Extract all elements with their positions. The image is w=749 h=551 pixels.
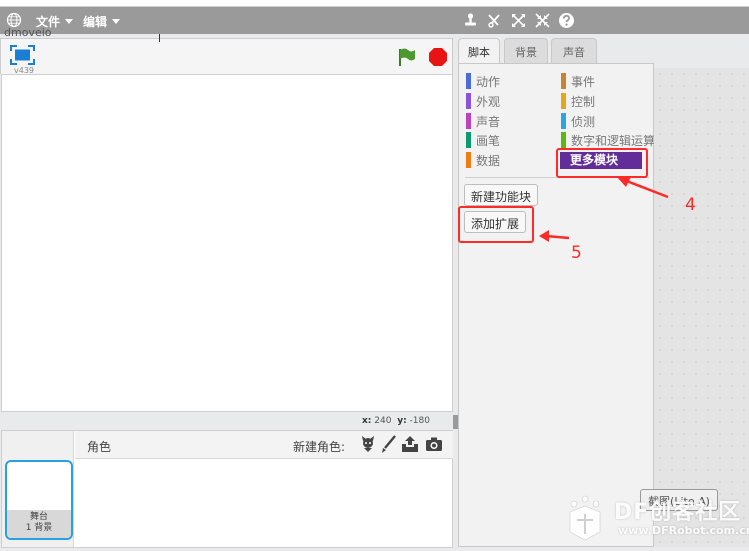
script-area[interactable] [654,68,749,547]
new-sprite-label: 新建角色: [293,440,346,454]
stage-thumbnail[interactable]: 舞台 1 背景 [5,460,73,540]
category-sound[interactable]: 声音 [466,113,500,129]
overlay-text: dmoveio [4,26,52,39]
category-color-bar [466,152,471,168]
stage-thumbnail-label: 舞台 1 背景 [7,510,71,538]
highlight-box-add-extension [458,206,534,243]
category-looks-label: 外观 [476,94,501,109]
upload-icon[interactable] [401,435,419,453]
make-block-button[interactable]: 新建功能块 [464,184,539,206]
category-sensing-label: 侦测 [571,114,596,129]
stop-sign-icon[interactable] [428,47,448,67]
category-color-bar [561,113,566,129]
category-operators-label: 数字和逻辑运算 [571,133,656,148]
category-color-bar [466,73,471,89]
watermark-url: www.DFRobot.com.cn [618,524,749,537]
cut-icon[interactable] [486,12,503,29]
category-pen[interactable]: 画笔 [466,132,500,148]
sprite-header: 角色 新建角色: [75,431,453,459]
edit-menu-label: 编辑 [83,15,108,29]
category-motion[interactable]: 动作 [466,73,500,89]
stage-label: 舞台 [29,512,48,522]
category-sensing[interactable]: 侦测 [561,113,595,129]
app-window: 文件 编辑 v439 dmoveio x: 240 y: -180 角色 新建角… [0,0,749,551]
category-data[interactable]: 数据 [466,152,500,168]
category-control-label: 控制 [571,94,596,109]
arrow-icon [617,177,669,199]
category-motion-label: 动作 [476,74,501,89]
x-label: x: [362,416,372,426]
category-operators[interactable]: 数字和逻辑运算 [561,132,655,148]
top-band [0,0,749,7]
paint-brush-icon[interactable] [380,435,398,453]
category-data-label: 数据 [476,153,501,168]
shrink-icon[interactable] [534,12,551,29]
stage-header: v439 [0,38,453,75]
green-flag-icon[interactable] [397,47,417,67]
text-cursor [159,34,160,42]
chevron-down-icon [65,19,74,24]
tab-sounds[interactable]: 声音 [551,38,597,63]
arrow-icon [539,230,570,242]
category-pen-label: 画笔 [476,133,501,148]
tab-backdrops[interactable]: 背景 [504,38,548,63]
sprite-panel: 角色 新建角色: 舞台 1 背景 [1,430,453,548]
mouse-coordinates: x: 240 y: -180 [362,416,430,426]
category-sound-label: 声音 [476,114,501,129]
category-events-label: 事件 [571,74,596,89]
camera-icon[interactable] [425,435,443,453]
y-label: y: [397,416,407,426]
edit-menu[interactable]: 编辑 [83,13,121,30]
category-color-bar [466,93,471,109]
grow-icon[interactable] [510,12,527,29]
tab-scripts[interactable]: 脚本 [458,38,500,64]
category-looks[interactable]: 外观 [466,93,500,109]
category-color-bar [561,73,566,89]
sprite-library-icon[interactable] [359,435,377,453]
y-value: -180 [409,416,430,426]
category-color-bar [466,132,471,148]
stage-canvas[interactable] [1,74,453,412]
annotation-step-4: 4 [685,195,696,215]
dfrobot-logo-icon [569,495,601,541]
category-control[interactable]: 控制 [561,93,595,109]
category-color-bar [561,93,566,109]
category-events[interactable]: 事件 [561,73,595,89]
chevron-down-icon [112,19,121,24]
annotation-step-5: 5 [571,243,582,263]
stamp-icon[interactable] [462,12,479,29]
category-color-bar [561,132,566,148]
watermark-title: DF创客社区 [614,500,742,525]
x-value: 240 [374,416,392,426]
sprites-title: 角色 [87,440,112,454]
backdrop-count: 1 背景 [25,523,53,533]
menubar: 文件 编辑 [0,7,749,34]
help-icon[interactable] [558,12,575,29]
fullscreen-icon[interactable] [10,45,35,65]
category-color-bar [466,113,471,129]
